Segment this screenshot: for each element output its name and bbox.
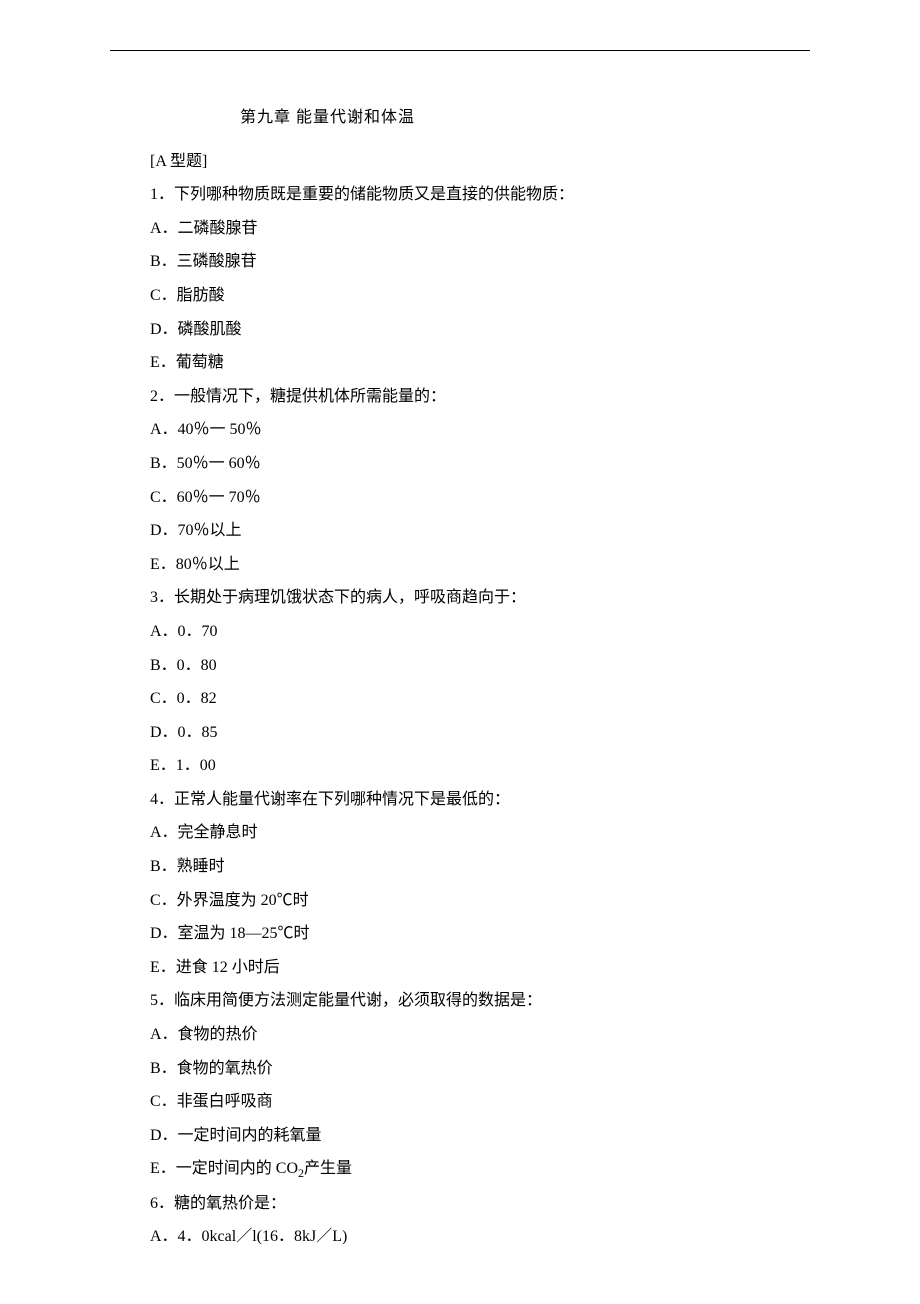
question-option: C．非蛋白呼吸商 [150,1085,810,1119]
question-option: B．50％一 60％ [150,447,810,481]
question-option: D．一定时间内的耗氧量 [150,1119,810,1153]
question-option: E．进食 12 小时后 [150,951,810,985]
question-option: C．脂肪酸 [150,279,810,313]
question-option: E．一定时间内的 CO2产生量 [150,1152,810,1186]
document-page: 第九章 能量代谢和体温 [A 型题] 1．下列哪种物质既是重要的储能物质又是直接… [0,0,920,1304]
question-option: A．40％一 50％ [150,413,810,447]
question-stem: 2．一般情况下，糖提供机体所需能量的： [150,380,810,414]
section-label: [A 型题] [150,145,810,179]
question-option: E．80％以上 [150,548,810,582]
question-option: C．0．82 [150,682,810,716]
question-stem: 1．下列哪种物质既是重要的储能物质又是直接的供能物质： [150,178,810,212]
question-option: C．60％一 70％ [150,481,810,515]
question-stem: 6．糖的氧热价是： [150,1187,810,1221]
question-option: B．0．80 [150,649,810,683]
question-stem: 3．长期处于病理饥饿状态下的病人，呼吸商趋向于： [150,581,810,615]
question-option: B．熟睡时 [150,850,810,884]
question-option: B．食物的氧热价 [150,1052,810,1086]
question-option: B．三磷酸腺苷 [150,245,810,279]
question-option: D．0．85 [150,716,810,750]
question-option: A．4．0kcal／l(16．8kJ／L) [150,1220,810,1254]
question-option: A．二磷酸腺苷 [150,212,810,246]
questions-container: 1．下列哪种物质既是重要的储能物质又是直接的供能物质：A．二磷酸腺苷B．三磷酸腺… [110,178,810,1254]
question-stem: 5．临床用简便方法测定能量代谢，必须取得的数据是： [150,984,810,1018]
question-stem: 4．正常人能量代谢率在下列哪种情况下是最低的： [150,783,810,817]
question-option: A．完全静息时 [150,816,810,850]
chapter-title: 第九章 能量代谢和体温 [110,101,810,135]
question-option: D．磷酸肌酸 [150,313,810,347]
question-option: E．1．00 [150,749,810,783]
question-option: A．食物的热价 [150,1018,810,1052]
question-option: D．70％以上 [150,514,810,548]
question-option: A．0．70 [150,615,810,649]
top-rule [110,50,810,51]
question-option: D．室温为 18—25℃时 [150,917,810,951]
question-option: C．外界温度为 20℃时 [150,884,810,918]
question-option: E．葡萄糖 [150,346,810,380]
